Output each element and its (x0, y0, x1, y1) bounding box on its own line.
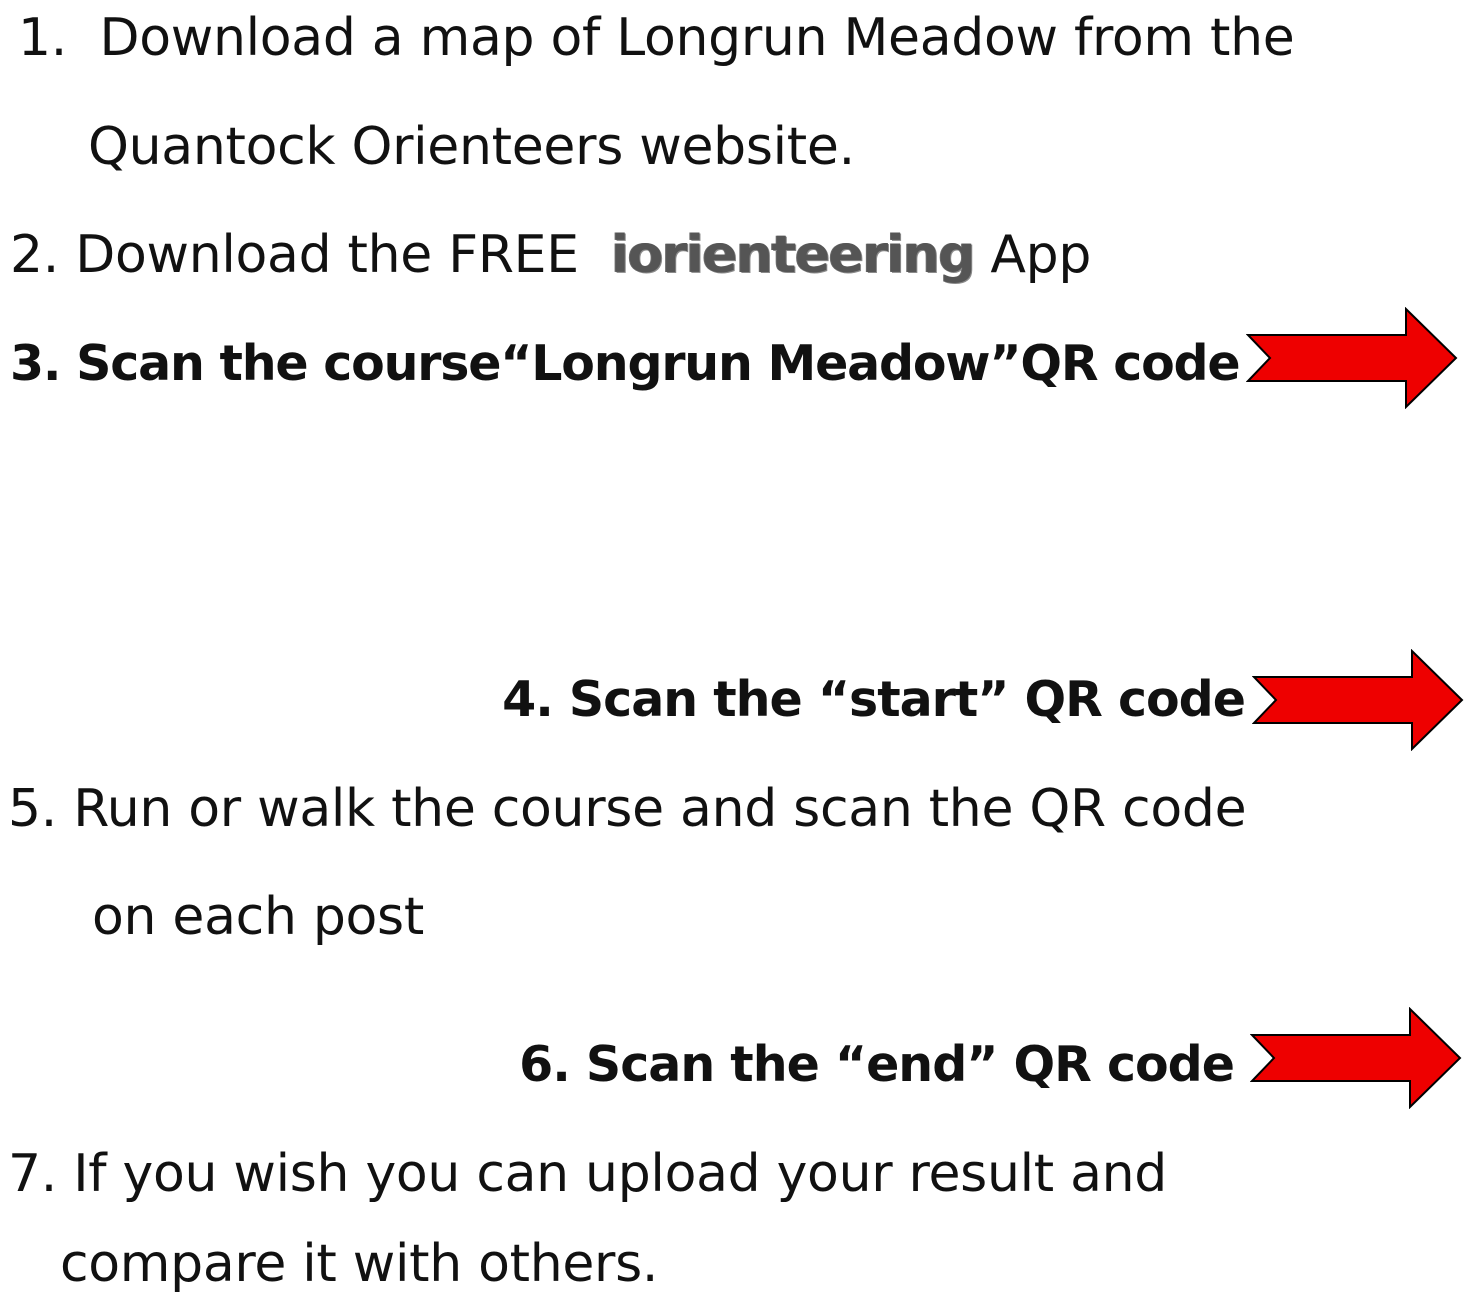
step-5-line-2: on each post (92, 887, 424, 947)
step-1-line-2: Quantock Orienteers website. (88, 117, 855, 177)
step-3: 3. Scan the course“Longrun Meadow”QR cod… (10, 335, 1241, 392)
right-arrow-icon (1252, 649, 1464, 751)
step-1-text: Download a map of Longrun Meadow from th… (99, 8, 1295, 68)
step-4: 4. Scan the “start” QR code (502, 671, 1246, 728)
right-arrow-icon-svg (1252, 649, 1464, 751)
step-5-line-1: 5. Run or walk the course and scan the Q… (8, 779, 1247, 839)
right-arrow-icon (1250, 1007, 1462, 1109)
app-name-logo: iorienteering (611, 225, 975, 285)
step-1-line-1: 1. Download a map of Longrun Meadow from… (18, 6, 1295, 70)
step-2: 2. Download the FREE iorienteering App (10, 223, 1091, 287)
step-7-line-1: 7. If you wish you can upload your resul… (8, 1144, 1168, 1204)
step-1-number: 1. (18, 8, 68, 68)
right-arrow-icon-svg (1250, 1007, 1462, 1109)
right-arrow-icon (1246, 307, 1458, 409)
step-2-suffix: App (990, 225, 1092, 285)
right-arrow-icon-svg (1246, 307, 1458, 409)
step-2-number: 2. (10, 225, 60, 285)
step-6: 6. Scan the “end” QR code (519, 1036, 1235, 1093)
step-2-prefix: Download the FREE (75, 225, 579, 285)
step-7-line-2: compare it with others. (60, 1234, 659, 1294)
